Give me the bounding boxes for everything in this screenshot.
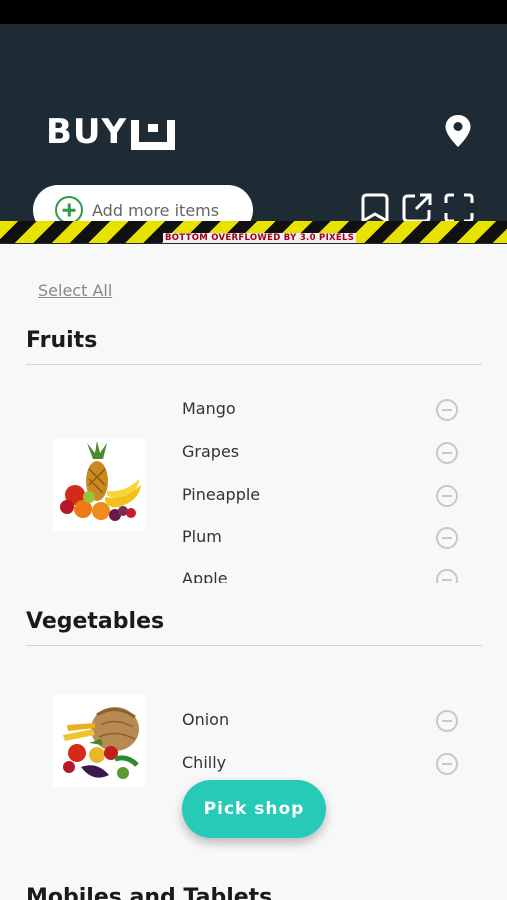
list-item: Grapes: [182, 442, 472, 485]
item-name: Pineapple: [182, 485, 261, 504]
basket-logo-icon: [131, 120, 176, 150]
item-name: Mango: [182, 399, 236, 418]
remove-item-icon[interactable]: [436, 527, 458, 549]
app-logo: BUY: [46, 112, 176, 152]
category-title-mobiles-and-tablets: Mobiles and Tablets: [26, 885, 273, 900]
item-name: Grapes: [182, 442, 240, 461]
overflow-warning-text: BOTTOM OVERFLOWED BY 3.0 PIXELS: [163, 233, 357, 243]
status-bar: [0, 0, 507, 24]
add-circle-icon: [55, 196, 83, 224]
add-more-items-label: Add more items: [92, 200, 220, 220]
category-title-vegetables: Vegetables: [26, 609, 165, 634]
fruits-item-list: Mango Grapes Pineapple Plum Apple: [0, 385, 507, 583]
remove-item-icon[interactable]: [436, 442, 458, 464]
list-item: Onion: [182, 710, 472, 753]
vegetables-item-list: Onion Chilly: [0, 700, 507, 790]
list-item: Mango: [182, 399, 472, 442]
remove-item-icon[interactable]: [436, 753, 458, 775]
category-divider: [26, 645, 482, 646]
category-divider: [26, 364, 482, 365]
select-all-link[interactable]: Select All: [38, 281, 112, 300]
location-pin-icon[interactable]: [444, 114, 472, 148]
bookmark-icon[interactable]: [359, 192, 391, 224]
share-icon[interactable]: [401, 192, 433, 224]
remove-item-icon[interactable]: [436, 710, 458, 732]
remove-item-icon[interactable]: [436, 569, 458, 583]
category-title-fruits: Fruits: [26, 328, 98, 353]
list-item: Pineapple: [182, 485, 472, 528]
item-name: Chilly: [182, 753, 227, 772]
logo-text: BUY: [46, 112, 128, 152]
item-name: Onion: [182, 710, 230, 729]
item-name: Apple: [182, 569, 228, 583]
item-name: Plum: [182, 527, 222, 546]
pick-shop-button[interactable]: Pick shop: [182, 780, 326, 838]
remove-item-icon[interactable]: [436, 485, 458, 507]
fullscreen-icon[interactable]: [443, 192, 475, 224]
list-item: Apple: [182, 569, 472, 583]
app-header: BUY Add more items: [0, 24, 507, 244]
remove-item-icon[interactable]: [436, 399, 458, 421]
list-item: Plum: [182, 527, 472, 570]
